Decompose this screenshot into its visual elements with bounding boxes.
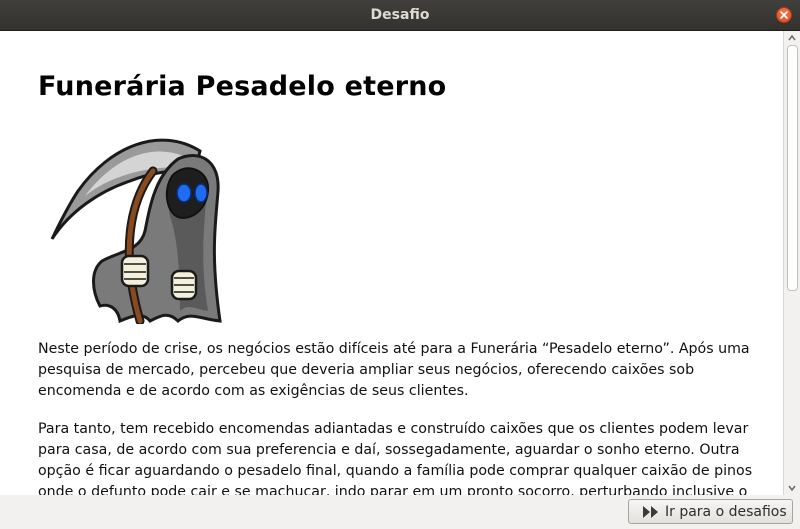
page-title: Funerária Pesadelo eterno bbox=[38, 71, 447, 102]
vertical-scrollbar[interactable] bbox=[783, 31, 800, 495]
intro-paragraph: Neste período de crise, os negócios estã… bbox=[38, 341, 750, 399]
bottom-bar: Ir para o desafios bbox=[0, 495, 800, 529]
go-to-challenges-label: Ir para o desafios bbox=[665, 503, 787, 520]
scroll-down-arrow-icon[interactable] bbox=[784, 481, 800, 495]
close-button[interactable] bbox=[776, 7, 792, 23]
grim-reaper-illustration bbox=[50, 138, 222, 324]
fast-forward-icon bbox=[643, 505, 658, 518]
details-paragraph: Para tanto, tem recebido encomendas adia… bbox=[38, 421, 753, 495]
scroll-up-arrow-icon[interactable] bbox=[784, 31, 800, 45]
scrollbar-thumb[interactable] bbox=[787, 45, 798, 291]
close-icon bbox=[780, 11, 788, 19]
window-titlebar: Desafio bbox=[0, 0, 800, 31]
window-title: Desafio bbox=[370, 7, 430, 23]
go-to-challenges-button[interactable]: Ir para o desafios bbox=[628, 499, 793, 524]
content-area: Funerária Pesadelo eterno Neste período … bbox=[0, 31, 783, 495]
